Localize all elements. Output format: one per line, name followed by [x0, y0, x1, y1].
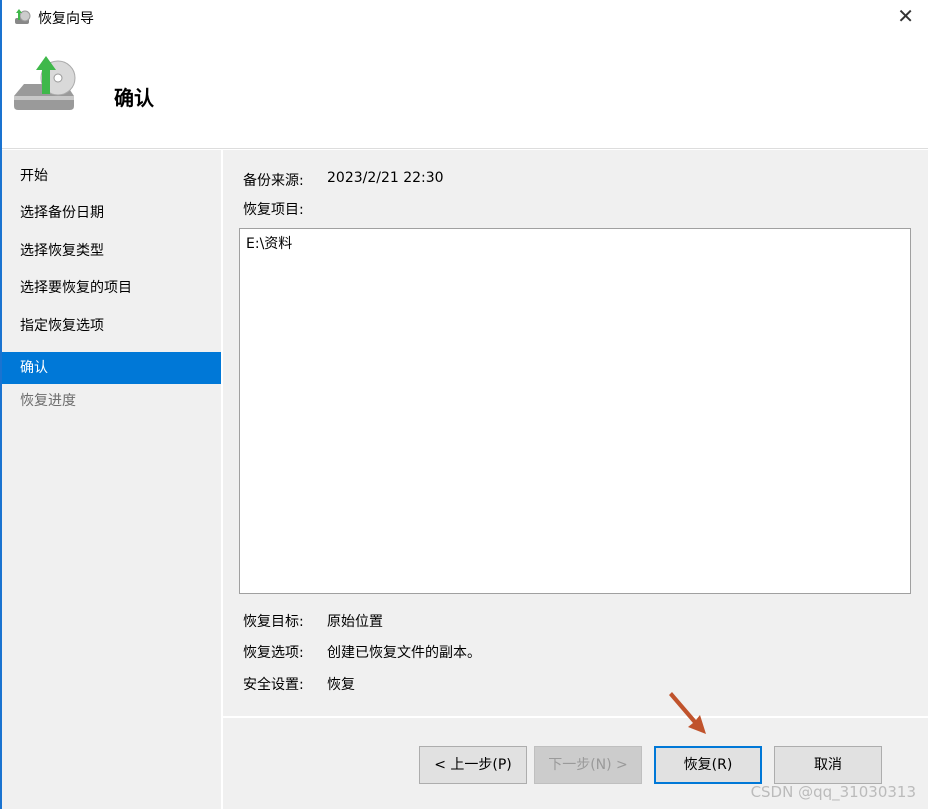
- window-title: 恢复向导: [38, 11, 94, 27]
- step-progress: 恢复进度: [20, 393, 76, 409]
- back-button[interactable]: < 上一步(P): [419, 746, 527, 784]
- next-button: 下一步(N) >: [534, 746, 642, 784]
- button-bar: < 上一步(P) 下一步(N) > 恢复(R) 取消 CSDN @qq_3103…: [223, 717, 928, 809]
- recover-button[interactable]: 恢复(R): [654, 746, 762, 784]
- page-title: 确认: [114, 86, 154, 110]
- step-options: 指定恢复选项: [20, 318, 104, 334]
- security-value: 恢复: [327, 677, 355, 693]
- title-bar: 恢复向导 ✕: [2, 0, 928, 34]
- step-select-date: 选择备份日期: [20, 205, 104, 221]
- step-confirm: 确认: [2, 352, 221, 384]
- confirm-panel: 备份来源: 2023/2/21 22:30 恢复项目: E:\资料 恢复目标: …: [223, 150, 928, 716]
- target-value: 原始位置: [327, 614, 383, 630]
- backup-restore-icon: [14, 56, 76, 110]
- source-value: 2023/2/21 22:30: [327, 170, 444, 186]
- target-label: 恢复目标:: [243, 614, 304, 630]
- watermark: CSDN @qq_31030313: [750, 783, 916, 801]
- wizard-steps: 开始 选择备份日期 选择恢复类型 选择要恢复的项目 指定恢复选项 确认 恢复进度: [2, 150, 221, 809]
- options-value: 创建已恢复文件的副本。: [327, 645, 481, 661]
- source-label: 备份来源:: [243, 173, 304, 189]
- wizard-header: 确认: [2, 34, 928, 149]
- items-label: 恢复项目:: [243, 202, 304, 218]
- security-label: 安全设置:: [243, 677, 304, 693]
- annotation-arrow-icon: [669, 692, 706, 734]
- options-label: 恢复选项:: [243, 645, 304, 661]
- list-item[interactable]: E:\资料: [246, 233, 904, 253]
- step-start: 开始: [20, 168, 48, 184]
- step-select-type: 选择恢复类型: [20, 243, 104, 259]
- close-icon[interactable]: ✕: [897, 4, 914, 28]
- step-select-items: 选择要恢复的项目: [20, 280, 132, 296]
- backup-wizard-icon: [15, 9, 31, 24]
- cancel-button[interactable]: 取消: [774, 746, 882, 784]
- recovery-items-list[interactable]: E:\资料: [239, 228, 911, 594]
